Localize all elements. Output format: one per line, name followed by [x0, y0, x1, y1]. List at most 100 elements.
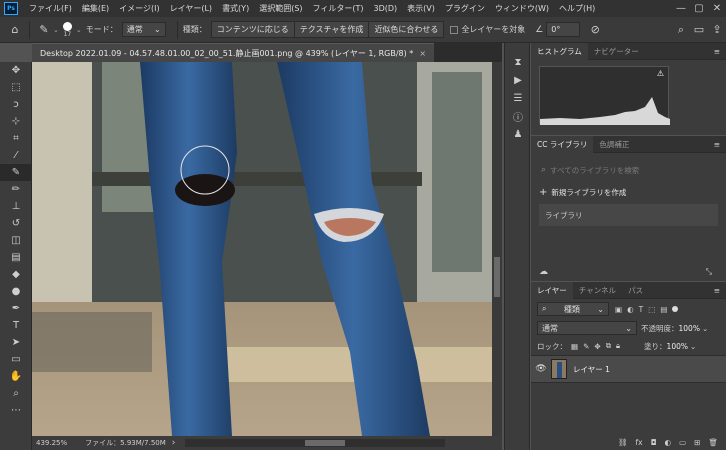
blur-tool-icon[interactable]: ◆ [0, 266, 32, 283]
document-canvas[interactable] [32, 62, 492, 436]
chevron-down-icon[interactable]: ⌄ [702, 324, 708, 333]
maximize-button[interactable]: ▢ [690, 3, 708, 14]
shape-tool-icon[interactable]: ▭ [0, 351, 32, 368]
share-icon[interactable]: ⇪ [708, 21, 726, 39]
hand-tool-icon[interactable]: ✋ [0, 368, 32, 385]
tab-navigator[interactable]: ナビゲーター [588, 43, 645, 60]
search-icon[interactable]: ⌕ [672, 21, 690, 39]
brush-settings-panel-icon[interactable]: ♟ [505, 125, 531, 143]
new-adjustment-layer-icon[interactable]: ◐ [665, 438, 672, 447]
type-proximity-match-button[interactable]: 近似色に合わせる [369, 22, 444, 37]
create-library-button[interactable]: + 新規ライブラリを作成 [539, 187, 718, 198]
vertical-scrollbar[interactable] [492, 62, 502, 436]
brush-preset-picker[interactable]: 17 [62, 21, 72, 38]
marquee-tool-icon[interactable]: ⬚ [0, 79, 32, 96]
chevron-down-icon[interactable]: ⌄ [53, 26, 59, 34]
tab-channels[interactable]: チャンネル [573, 282, 622, 299]
zoom-tool-icon[interactable]: ⌕ [0, 385, 32, 402]
add-mask-icon[interactable]: ◘ [651, 438, 657, 447]
vertical-scroll-thumb[interactable] [494, 257, 500, 297]
type-create-texture-button[interactable]: テクスチャを作成 [294, 22, 370, 37]
menu-plugins[interactable]: プラグイン [440, 3, 490, 14]
document-tab[interactable]: Desktop 2022.01.09 - 04.57.48.01.00_02_0… [32, 43, 435, 62]
menu-window[interactable]: ウィンドウ(W) [490, 3, 554, 14]
blend-mode-select[interactable]: 通常 ⌄ [537, 321, 637, 335]
fill-value[interactable]: 100% [667, 342, 688, 351]
filter-adjustment-icon[interactable]: ◐ [627, 305, 634, 314]
add-layer-style-button[interactable]: fx [636, 438, 643, 447]
histogram-warning-icon[interactable]: ⚠ [657, 69, 664, 78]
history-panel-icon[interactable]: ⧗ [505, 53, 531, 71]
panel-menu-icon[interactable]: ≡ [714, 286, 720, 295]
type-tool-icon[interactable]: T [0, 317, 32, 334]
quick-select-tool-icon[interactable]: ⊹ [0, 113, 32, 130]
layer-filter-kind[interactable]: ⌕ 種類 ⌄ [537, 302, 609, 316]
layer-name[interactable]: レイヤー 1 [573, 364, 610, 375]
lock-artboard-icon[interactable]: ⧉ [606, 341, 611, 351]
dodge-tool-icon[interactable]: ● [0, 283, 32, 300]
lock-all-icon[interactable]: 🔒︎ [616, 341, 620, 351]
actions-panel-icon[interactable]: ▶ [505, 71, 531, 89]
brush-tool-icon[interactable]: ✏ [0, 181, 32, 198]
close-tab-icon[interactable]: × [419, 49, 426, 58]
minimize-button[interactable]: — [672, 3, 690, 14]
visibility-eye-icon[interactable]: 👁︎ [531, 364, 551, 374]
tab-histogram[interactable]: ヒストグラム [531, 42, 588, 60]
history-brush-tool-icon[interactable]: ↺ [0, 215, 32, 232]
filter-toggle[interactable] [672, 306, 679, 312]
horizontal-scrollbar[interactable] [185, 439, 446, 447]
more-tools-icon[interactable]: ⋯ [0, 402, 32, 419]
gradient-tool-icon[interactable]: ▤ [0, 249, 32, 266]
eraser-tool-icon[interactable]: ◫ [0, 232, 32, 249]
panel-menu-icon[interactable]: ≡ [714, 47, 720, 56]
clone-stamp-tool-icon[interactable]: ⊥ [0, 198, 32, 215]
menu-select[interactable]: 選択範囲(S) [254, 3, 307, 14]
close-window-button[interactable]: ✕ [708, 3, 726, 14]
chevron-down-icon[interactable]: ⌄ [690, 342, 696, 351]
tab-adjustments[interactable]: 色調補正 [593, 136, 635, 153]
filter-shape-icon[interactable]: ⬚ [648, 305, 655, 314]
menu-help[interactable]: ヘルプ(H) [554, 3, 600, 14]
menu-3d[interactable]: 3D(D) [369, 4, 403, 13]
path-selection-tool-icon[interactable]: ➤ [0, 334, 32, 351]
new-layer-icon[interactable]: ⊞ [694, 438, 700, 447]
lock-transparent-icon[interactable]: ▦ [571, 342, 578, 351]
lasso-tool-icon[interactable]: ↄ [0, 96, 32, 113]
tab-cc-libraries[interactable]: CC ライブラリ [531, 135, 594, 153]
menu-layer[interactable]: レイヤー(L) [165, 3, 217, 14]
workspace-icon[interactable]: ▭ [690, 21, 708, 39]
library-item[interactable]: ライブラリ [539, 204, 718, 226]
sample-all-layers-checkbox[interactable] [450, 25, 459, 34]
resize-icon[interactable]: ⤡ [706, 267, 712, 277]
pressure-size-icon[interactable]: ⊘ [586, 21, 604, 39]
adjustments-panel-icon[interactable]: ☰ [505, 89, 531, 107]
panel-menu-icon[interactable]: ≡ [714, 140, 720, 149]
delete-layer-icon[interactable]: 🗑︎ [708, 438, 718, 447]
type-content-aware-button[interactable]: コンテンツに応じる [211, 22, 295, 37]
info-panel-icon[interactable]: ⓘ [505, 107, 531, 125]
lock-position-icon[interactable]: ✥ [594, 342, 600, 351]
home-icon[interactable]: ⌂ [6, 21, 24, 39]
menu-view[interactable]: 表示(V) [402, 3, 440, 14]
menu-type[interactable]: 書式(Y) [217, 3, 254, 14]
mode-select[interactable]: 通常 ⌄ [121, 22, 166, 37]
pen-tool-icon[interactable]: ✒ [0, 300, 32, 317]
eyedropper-tool-icon[interactable]: ⁄ [0, 147, 32, 164]
menu-filter[interactable]: フィルター(T) [308, 3, 369, 14]
zoom-level[interactable]: 439.25% [36, 439, 67, 447]
chevron-down-icon[interactable]: ⌄ [76, 26, 82, 34]
filter-smart-object-icon[interactable]: ▤ [660, 305, 667, 314]
filter-pixel-icon[interactable]: ▣ [615, 305, 622, 314]
angle-input[interactable]: 0° [546, 22, 581, 37]
tab-layers[interactable]: レイヤー [531, 281, 573, 299]
link-layers-icon[interactable]: ⛓︎ [618, 438, 628, 447]
layer-row[interactable]: 👁︎ レイヤー 1 [531, 355, 726, 383]
crop-tool-icon[interactable]: ⌗ [0, 130, 32, 147]
status-menu-arrow[interactable]: › [172, 438, 176, 448]
menu-file[interactable]: ファイル(F) [24, 3, 77, 14]
cloud-icon[interactable]: ☁ [539, 267, 548, 277]
opacity-value[interactable]: 100% [679, 324, 700, 333]
menu-image[interactable]: イメージ(I) [114, 3, 164, 14]
tab-paths[interactable]: パス [622, 282, 649, 299]
horizontal-scroll-thumb[interactable] [305, 440, 346, 446]
